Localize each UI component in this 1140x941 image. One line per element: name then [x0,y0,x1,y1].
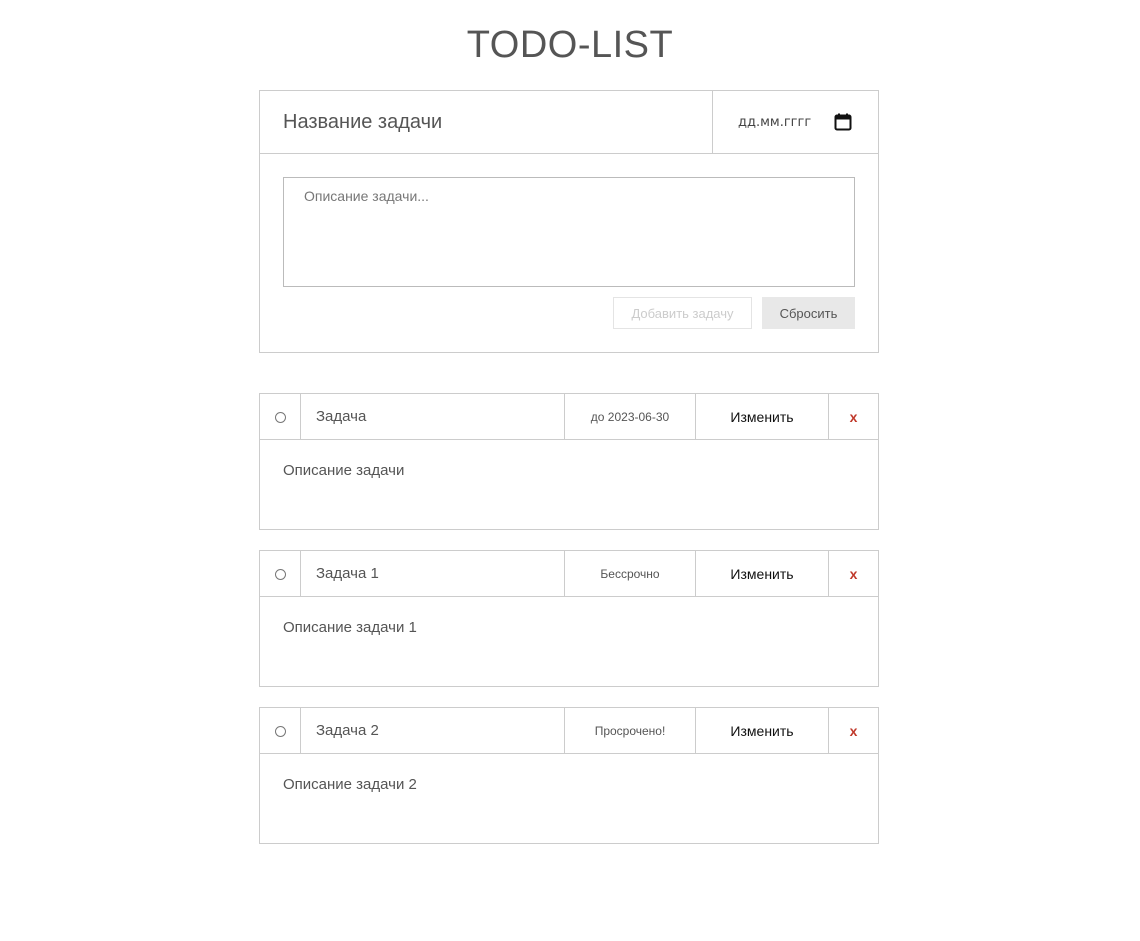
delete-task-button[interactable]: x [829,551,878,596]
task-card: Задача 1 Бессрочно Изменить x Описание з… [259,550,879,687]
task-name: Задача [301,394,565,439]
form-header-row: Название задачи дд.мм.гггг [260,91,878,154]
task-date-input[interactable]: дд.мм.гггг [714,91,878,153]
reset-button[interactable]: Сбросить [762,297,855,329]
task-toggle[interactable] [260,708,301,753]
task-header-row: Задача 2 Просрочено! Изменить x [260,708,878,754]
task-name: Задача 1 [301,551,565,596]
delete-task-button[interactable]: x [829,394,878,439]
task-deadline: до 2023-06-30 [565,394,696,439]
radio-circle-icon[interactable] [274,726,286,737]
edit-task-button[interactable]: Изменить [696,551,829,596]
task-header-row: Задача 1 Бессрочно Изменить x [260,551,878,597]
task-title-input[interactable]: Название задачи [260,91,713,153]
task-card: Задача 2 Просрочено! Изменить x Описание… [259,707,879,844]
task-deadline: Просрочено! [565,708,696,753]
task-deadline: Бессрочно [565,551,696,596]
calendar-icon[interactable] [834,113,852,131]
page-title: TODO-LIST [466,24,674,66]
task-toggle[interactable] [260,551,301,596]
task-header-row: Задача до 2023-06-30 Изменить x [260,394,878,440]
task-description: Описание задачи 2 [283,776,417,793]
radio-circle-icon[interactable] [274,569,286,580]
task-description: Описание задачи [283,462,405,479]
new-task-form: Название задачи дд.мм.гггг Описание зада… [259,90,879,353]
add-task-button[interactable]: Добавить задачу [613,297,752,329]
radio-circle-icon[interactable] [274,412,286,423]
edit-task-button[interactable]: Изменить [696,708,829,753]
task-card: Задача до 2023-06-30 Изменить x Описание… [259,393,879,530]
task-description: Описание задачи 1 [283,619,417,636]
delete-task-button[interactable]: x [829,708,878,753]
task-description-input[interactable]: Описание задачи... [283,177,855,287]
task-name: Задача 2 [301,708,565,753]
date-placeholder: дд.мм.гггг [738,114,812,130]
task-toggle[interactable] [260,394,301,439]
edit-task-button[interactable]: Изменить [696,394,829,439]
